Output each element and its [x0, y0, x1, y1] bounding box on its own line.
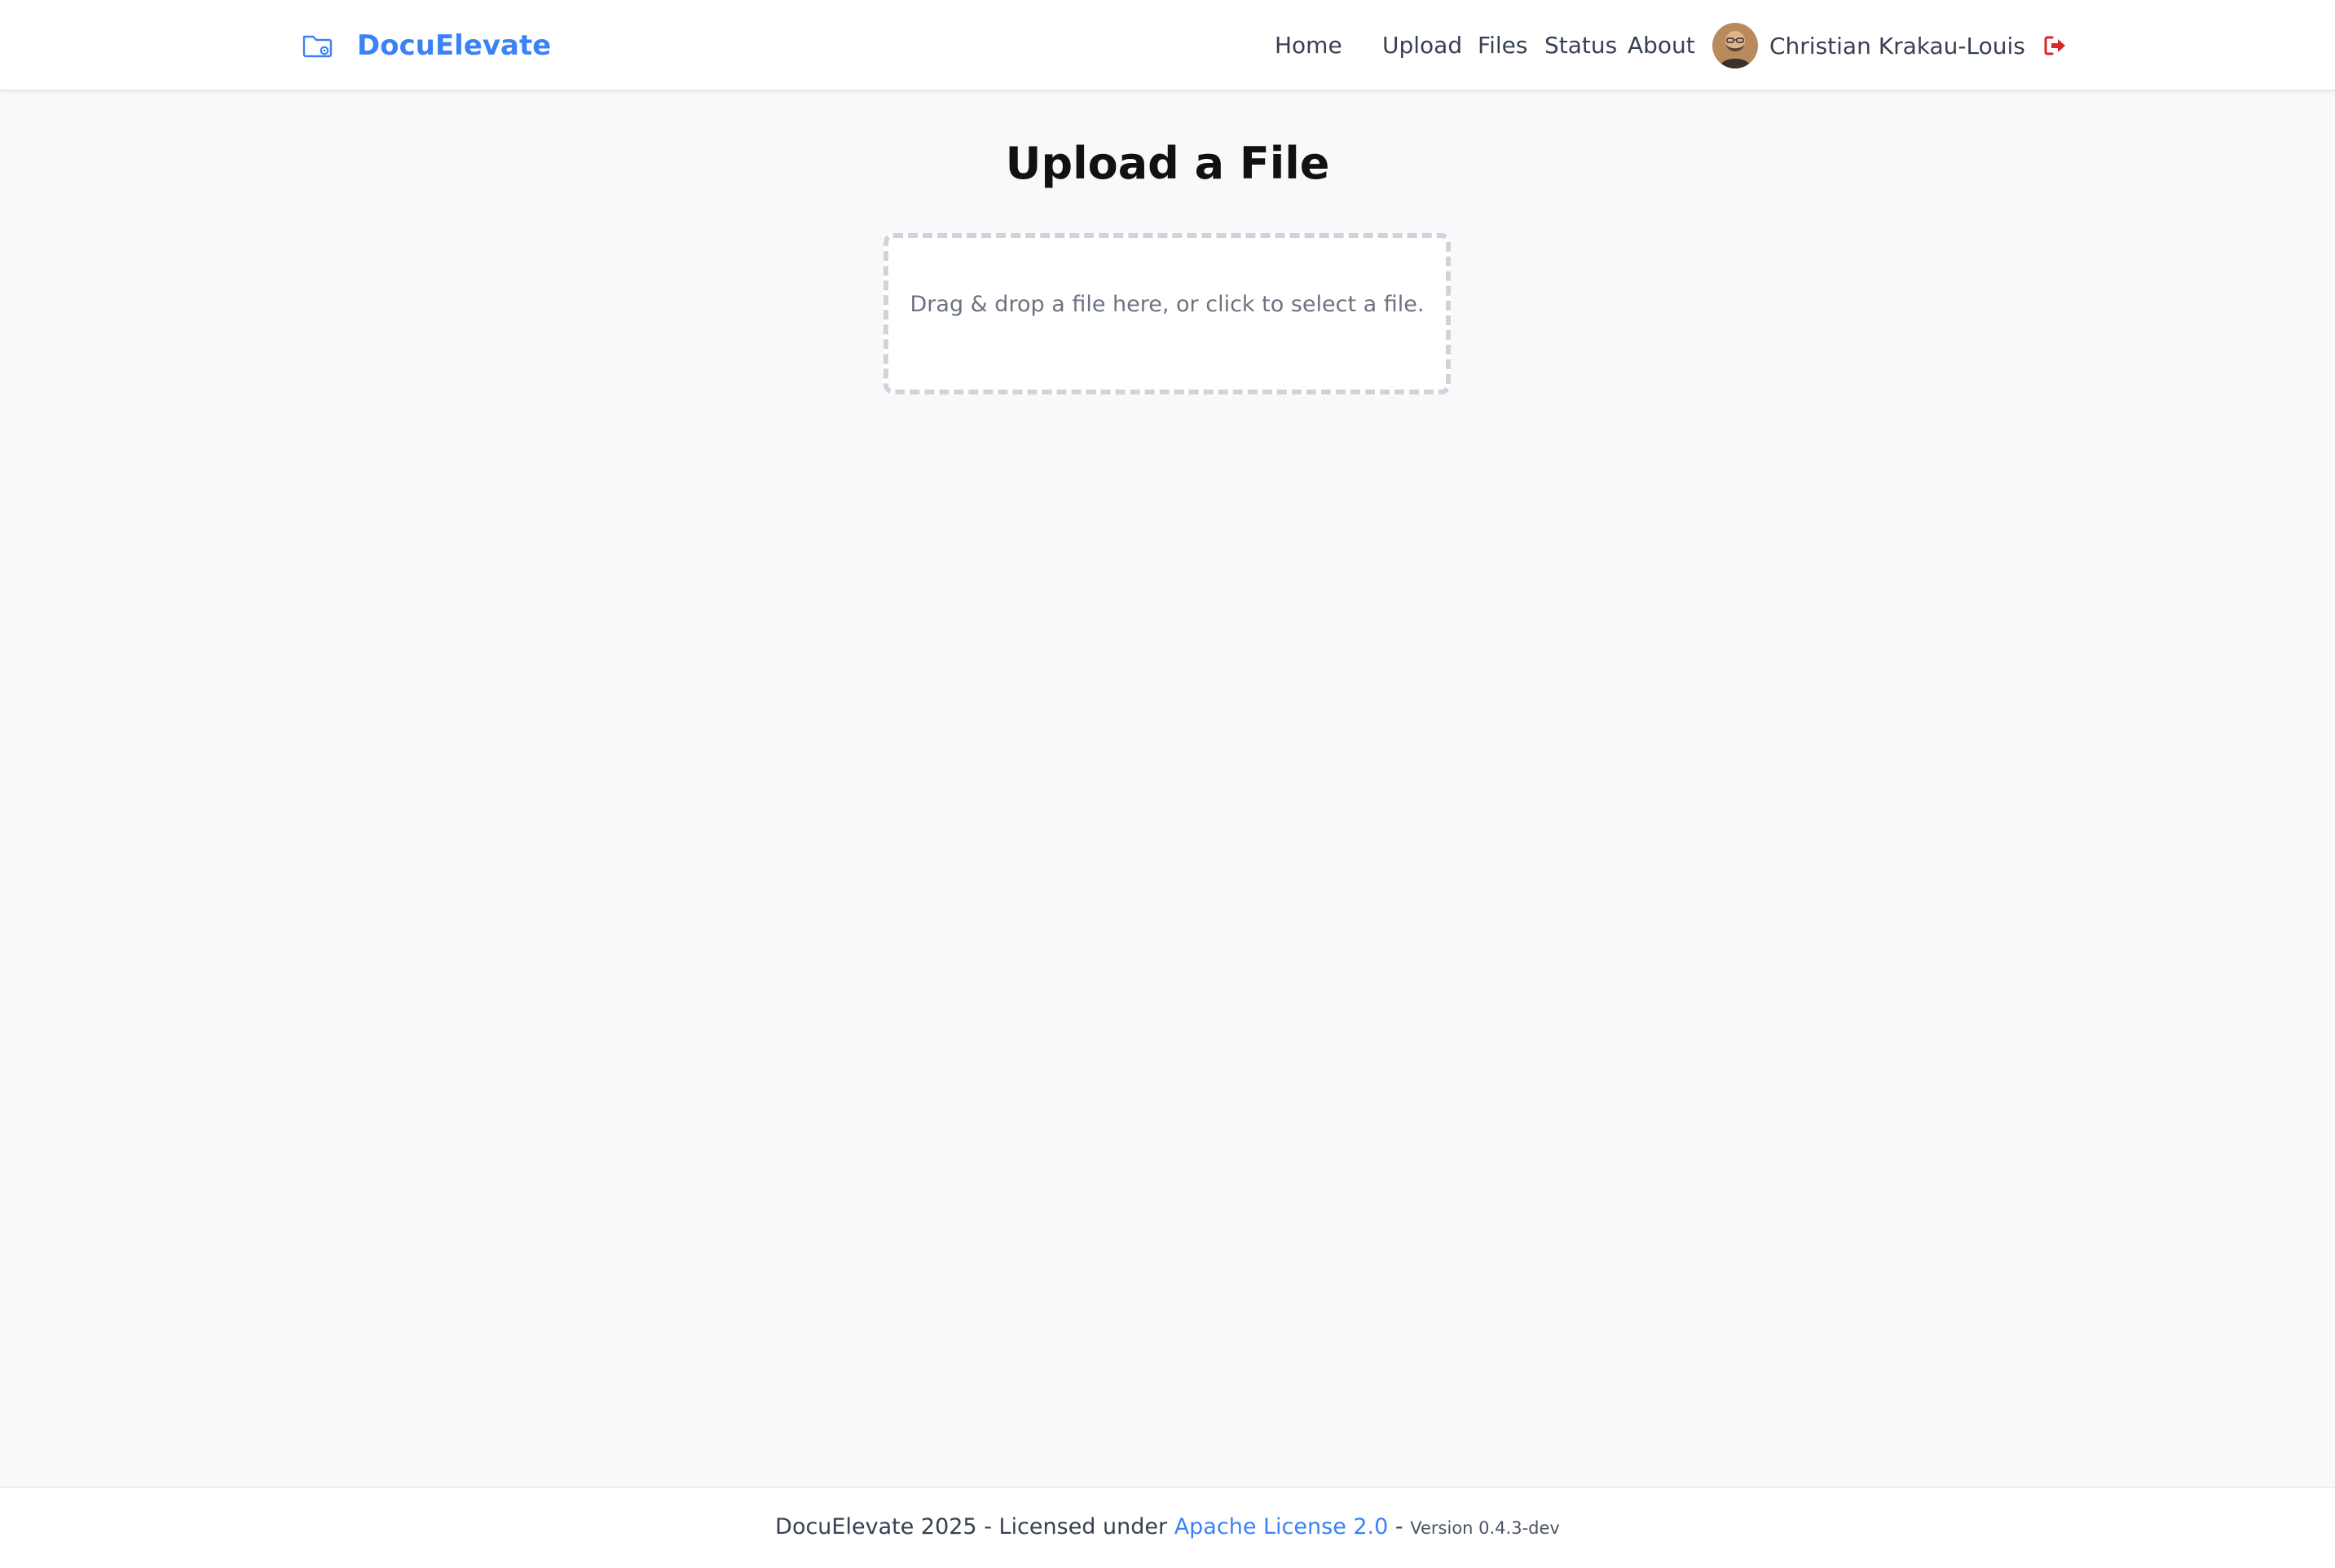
nav-home[interactable]: Home [1275, 23, 1342, 68]
logout-icon[interactable] [2043, 34, 2068, 57]
nav-files[interactable]: Files [1478, 23, 1527, 68]
dropzone-instructions: Drag & drop a file here, or click to sel… [910, 292, 1425, 317]
nav-about[interactable]: About [1628, 23, 1695, 68]
user-name: Christian Krakau-Louis [1769, 32, 2025, 59]
version-label: Version 0.4.3-dev [1410, 1518, 1560, 1538]
user-menu: Christian Krakau-Louis [1712, 21, 2068, 70]
nav-upload[interactable]: Upload [1382, 23, 1462, 68]
user-avatar[interactable] [1712, 23, 1758, 68]
navbar: DocuElevate Home Upload Files Status Abo… [0, 0, 2335, 91]
license-link[interactable]: Apache License 2.0 [1174, 1514, 1389, 1539]
footer: DocuElevate 2025 - Licensed under Apache… [0, 1487, 2335, 1568]
footer-text: DocuElevate 2025 - Licensed under Apache… [0, 1514, 2335, 1539]
footer-copyright: DocuElevate 2025 - Licensed under [775, 1514, 1174, 1539]
file-dropzone[interactable]: Drag & drop a file here, or click to sel… [883, 233, 1451, 394]
footer-separator: - [1388, 1514, 1411, 1539]
nav-status[interactable]: Status [1544, 23, 1617, 68]
page-title: Upload a File [1005, 138, 1330, 189]
